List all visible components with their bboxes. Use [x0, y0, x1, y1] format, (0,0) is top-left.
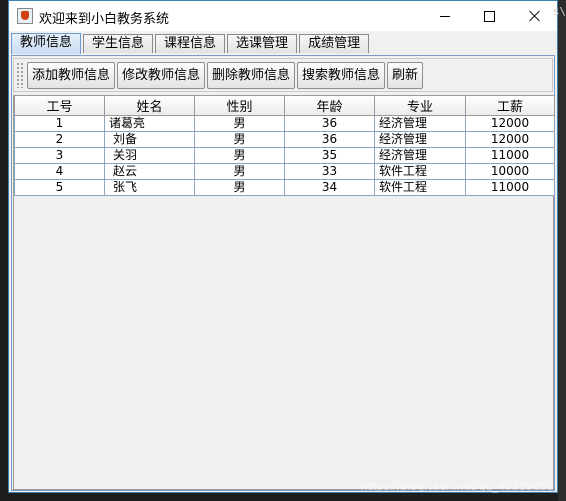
search-teacher-button[interactable]: 搜索教师信息	[297, 62, 385, 89]
minimize-icon	[439, 15, 450, 17]
cell-salary[interactable]: 10000	[465, 163, 555, 180]
background-right-strip	[558, 0, 566, 501]
cell-salary[interactable]: 12000	[465, 115, 555, 132]
cell-salary[interactable]: 12000	[465, 131, 555, 148]
cell-gender[interactable]: 男	[194, 179, 285, 196]
cell-gender[interactable]: 男	[194, 115, 285, 132]
cell-id[interactable]: 1	[14, 115, 105, 132]
table-row[interactable]: 5 张飞 男 34 软件工程 11000	[14, 179, 555, 196]
table-row[interactable]: 2 刘备 男 36 经济管理 12000	[14, 131, 555, 148]
main-window: 欢迎来到小白教务系统 教师信息 学生信息 课程信息 选课管理 成绩管理 添加教师…	[8, 0, 558, 493]
cell-id[interactable]: 2	[14, 131, 105, 148]
cell-major[interactable]: 软件工程	[374, 179, 466, 196]
cell-gender[interactable]: 男	[194, 147, 285, 164]
cell-gender[interactable]: 男	[194, 163, 285, 180]
tab-course-info[interactable]: 课程信息	[155, 34, 226, 53]
cell-name[interactable]: 诸葛亮	[104, 115, 195, 132]
delete-teacher-button[interactable]: 删除教师信息	[207, 62, 295, 89]
watermark-text: https://blog.csdn.net/qq_40559855	[360, 480, 554, 493]
toolbar-grip-handle[interactable]	[16, 62, 24, 88]
tab-student-info[interactable]: 学生信息	[83, 34, 154, 53]
column-header-age[interactable]: 年龄	[284, 96, 375, 116]
cell-major[interactable]: 经济管理	[374, 131, 466, 148]
edit-teacher-button[interactable]: 修改教师信息	[117, 62, 205, 89]
teacher-info-panel: 添加教师信息 修改教师信息 删除教师信息 搜索教师信息 刷新 工号 姓名 性别 …	[11, 55, 555, 491]
refresh-button[interactable]: 刷新	[387, 62, 423, 89]
java-app-icon	[17, 8, 33, 24]
maximize-button[interactable]	[467, 1, 512, 31]
add-teacher-button[interactable]: 添加教师信息	[27, 62, 115, 89]
close-icon	[529, 10, 541, 22]
column-header-name[interactable]: 姓名	[104, 96, 195, 116]
cell-id[interactable]: 5	[14, 179, 105, 196]
column-header-gender[interactable]: 性别	[194, 96, 285, 116]
cell-age[interactable]: 34	[284, 179, 375, 196]
teacher-table: 工号 姓名 性别 年龄 专业 工薪 1 诸葛亮 男 36 经济管理 12000 …	[14, 96, 555, 196]
cell-name[interactable]: 关羽	[104, 147, 195, 164]
window-title: 欢迎来到小白教务系统	[39, 12, 170, 27]
cell-salary[interactable]: 11000	[465, 147, 555, 164]
maximize-icon	[484, 10, 495, 22]
table-row[interactable]: 1 诸葛亮 男 36 经济管理 12000	[14, 115, 555, 132]
cell-id[interactable]: 4	[14, 163, 105, 180]
cell-major[interactable]: 经济管理	[374, 115, 466, 132]
toolbar: 添加教师信息 修改教师信息 删除教师信息 搜索教师信息 刷新	[13, 58, 553, 92]
cell-age[interactable]: 33	[284, 163, 375, 180]
background-edge-text: s\	[552, 5, 566, 18]
tab-strip: 教师信息 学生信息 课程信息 选课管理 成绩管理	[11, 33, 371, 55]
table-row[interactable]: 3 关羽 男 35 经济管理 11000	[14, 147, 555, 164]
cell-major[interactable]: 软件工程	[374, 163, 466, 180]
tab-course-selection[interactable]: 选课管理	[227, 34, 298, 53]
cell-name[interactable]: 刘备	[104, 131, 195, 148]
column-header-id[interactable]: 工号	[14, 96, 105, 116]
close-button[interactable]	[512, 1, 557, 31]
tab-teacher-info[interactable]: 教师信息	[11, 33, 82, 54]
column-header-salary[interactable]: 工薪	[465, 96, 555, 116]
cell-major[interactable]: 经济管理	[374, 147, 466, 164]
title-bar[interactable]: 欢迎来到小白教务系统	[9, 1, 557, 31]
tab-grade-management[interactable]: 成绩管理	[299, 34, 370, 53]
cell-gender[interactable]: 男	[194, 131, 285, 148]
teacher-table-scrollpane[interactable]: 工号 姓名 性别 年龄 专业 工薪 1 诸葛亮 男 36 经济管理 12000 …	[13, 95, 555, 490]
cell-salary[interactable]: 11000	[465, 179, 555, 196]
background-editor-strip	[0, 0, 8, 501]
table-header-row: 工号 姓名 性别 年龄 专业 工薪	[14, 96, 555, 116]
column-header-major[interactable]: 专业	[374, 96, 466, 116]
cell-age[interactable]: 36	[284, 131, 375, 148]
cell-id[interactable]: 3	[14, 147, 105, 164]
cell-name[interactable]: 赵云	[104, 163, 195, 180]
cell-name[interactable]: 张飞	[104, 179, 195, 196]
table-row[interactable]: 4 赵云 男 33 软件工程 10000	[14, 163, 555, 180]
cell-age[interactable]: 35	[284, 147, 375, 164]
minimize-button[interactable]	[422, 1, 467, 31]
cell-age[interactable]: 36	[284, 115, 375, 132]
